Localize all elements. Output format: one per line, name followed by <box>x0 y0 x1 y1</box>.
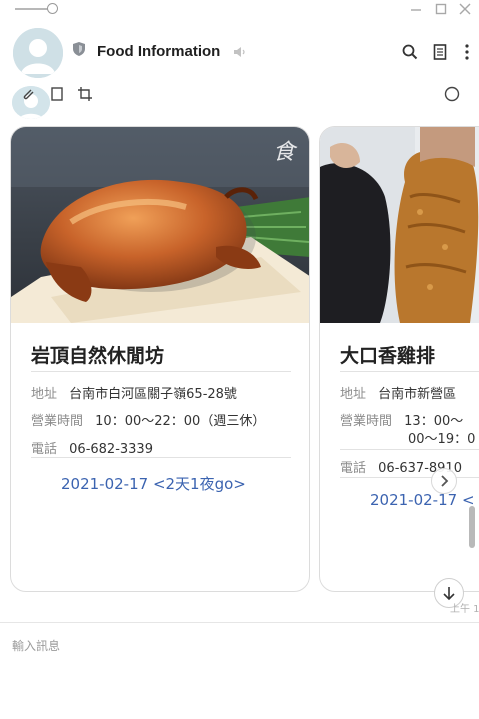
chevron-right-icon[interactable] <box>431 468 457 494</box>
address-row: 地址 台南市白河區關子嶺65-28號 <box>31 383 237 402</box>
opacity-slider-track[interactable] <box>15 8 49 10</box>
message-composer <box>0 622 479 719</box>
notes-icon[interactable] <box>431 43 449 61</box>
address-value: 台南市新營區 <box>378 387 457 402</box>
hours-value: 00～19：0 <box>408 432 476 447</box>
hours-label: 營業時間 <box>340 414 393 429</box>
article-link[interactable]: 2021-02-17 < <box>370 491 475 509</box>
phone-label: 電話 <box>31 442 58 457</box>
divider <box>340 371 479 372</box>
article-link[interactable]: 2021-02-17 <2天1夜go> <box>61 473 246 494</box>
phone-label: 電話 <box>340 461 367 476</box>
hours-value: 13：00～ <box>404 414 464 429</box>
divider <box>31 457 291 458</box>
paperclip-icon[interactable] <box>20 86 36 102</box>
maximize-icon[interactable] <box>433 1 449 17</box>
phone-value[interactable]: 06-682-3339 <box>69 442 153 457</box>
address-label: 地址 <box>340 387 367 402</box>
scrollbar[interactable] <box>469 506 475 548</box>
hours-value: 10：00～22：00（週三休） <box>95 414 266 429</box>
emoji-icon[interactable] <box>444 86 460 102</box>
window-bar <box>0 0 479 20</box>
hours-row-continued: 00～19：0 <box>408 428 475 447</box>
restaurant-name: 岩頂自然休閒坊 <box>31 345 165 367</box>
shield-icon <box>73 41 85 56</box>
fried-chicken-photo <box>320 127 479 323</box>
hours-row: 營業時間 10：00～22：00（週三休） <box>31 410 265 429</box>
hours-row: 營業時間 13：00～ <box>340 410 463 429</box>
search-icon[interactable] <box>401 43 419 61</box>
chat-header: Food Information <box>0 20 479 84</box>
svg-text:食: 食 <box>273 140 298 165</box>
file-icon[interactable] <box>49 86 65 102</box>
restaurant-card[interactable]: 大口香雞排 地址 台南市新營區 營業時間 13：00～ 00～19：0 電話 0… <box>319 126 479 592</box>
minimize-icon[interactable] <box>408 1 424 17</box>
hours-label: 營業時間 <box>31 414 84 429</box>
restaurant-card[interactable]: 食 岩頂自然休閒坊 地址 台南市白河區關子嶺65-28號 營業時間 10：00～… <box>10 126 310 592</box>
mute-icon <box>233 44 247 58</box>
avatar[interactable] <box>13 28 63 78</box>
address-row: 地址 台南市新營區 <box>340 383 456 402</box>
flex-carousel[interactable]: 食 岩頂自然休閒坊 地址 台南市白河區關子嶺65-28號 營業時間 10：00～… <box>0 126 479 596</box>
page-title: Food Information <box>97 43 221 60</box>
phone-row: 電話 06-682-3339 <box>31 438 153 457</box>
message-input[interactable] <box>12 633 462 659</box>
opacity-slider-handle[interactable] <box>47 3 58 14</box>
more-icon[interactable] <box>458 43 476 61</box>
roast-chicken-photo: 食 <box>11 127 309 323</box>
divider <box>31 371 291 372</box>
message-timestamp: 上午 11:38 <box>450 604 479 615</box>
divider <box>340 449 479 450</box>
address-value: 台南市白河區關子嶺65-28號 <box>69 387 237 402</box>
address-label: 地址 <box>31 387 58 402</box>
close-icon[interactable] <box>457 1 473 17</box>
restaurant-name: 大口香雞排 <box>340 345 436 367</box>
crop-icon[interactable] <box>77 86 93 102</box>
divider <box>340 477 479 478</box>
